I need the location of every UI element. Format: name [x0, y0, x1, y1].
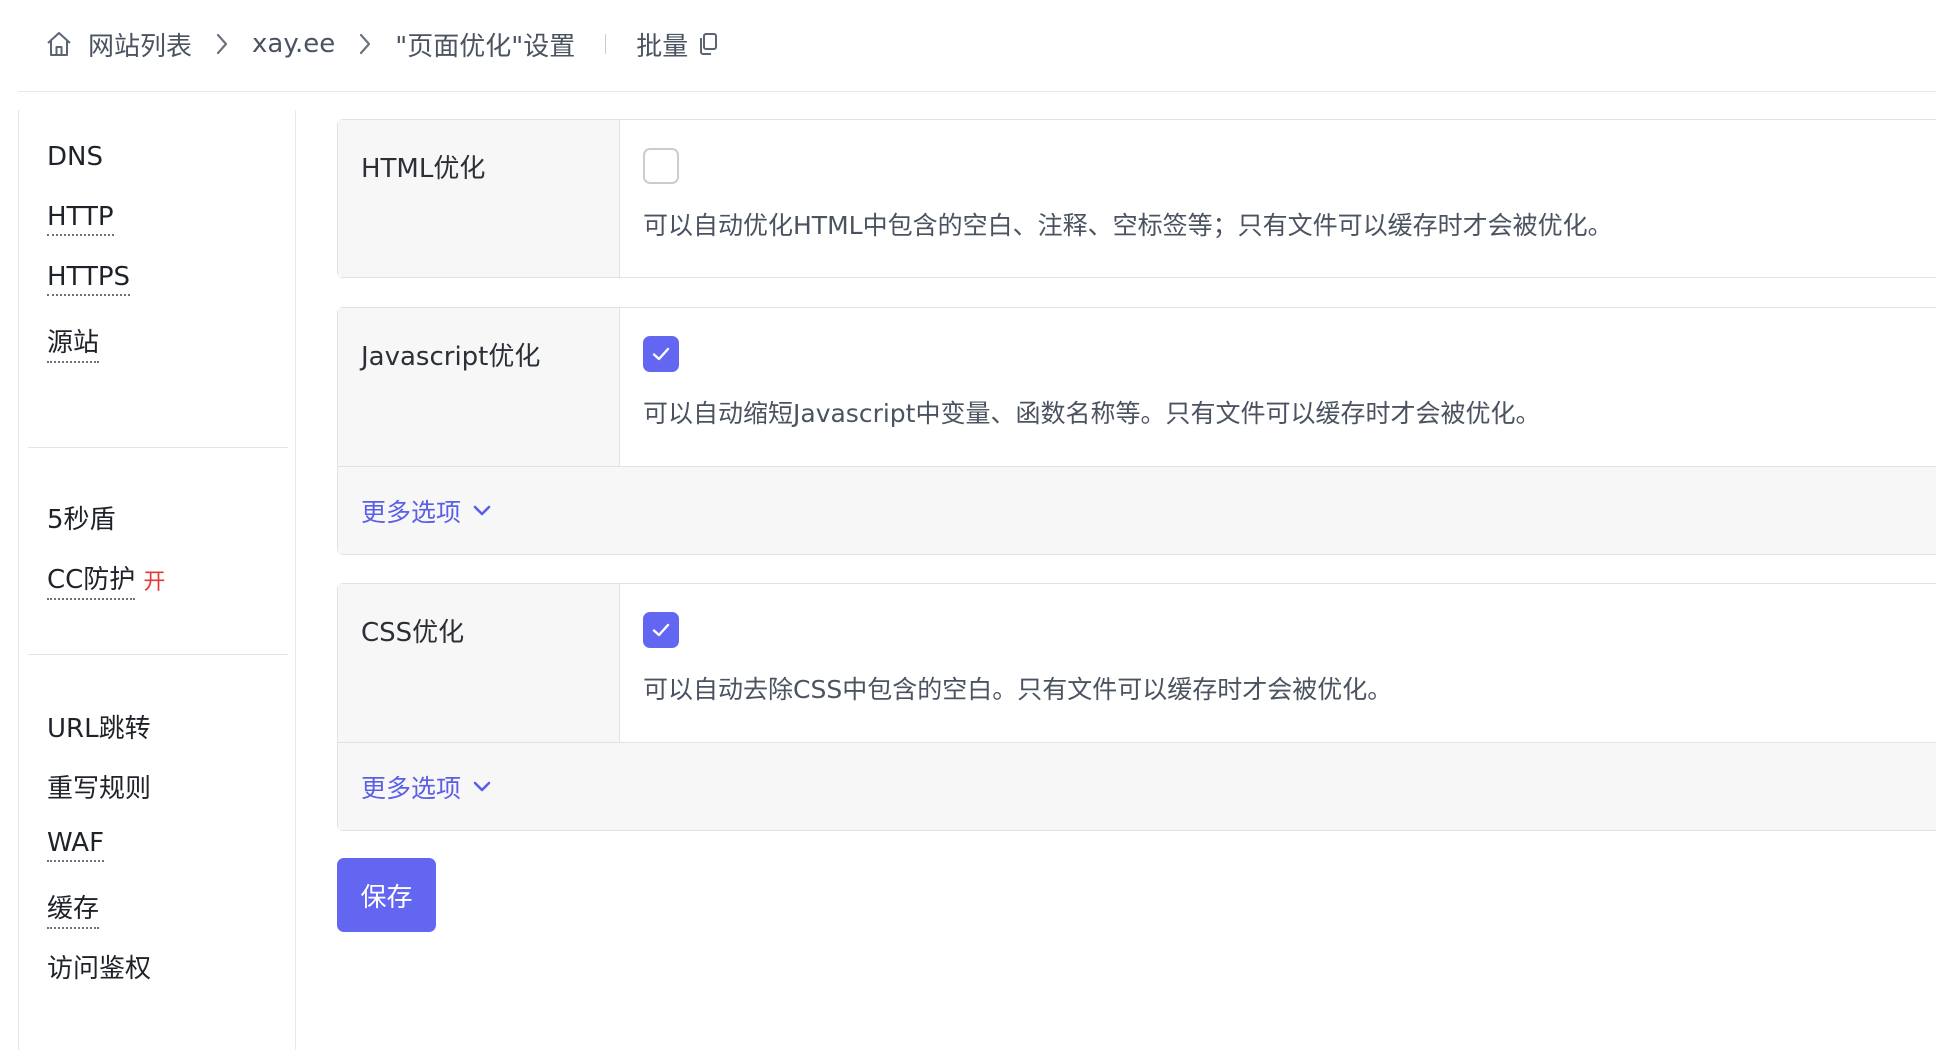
sidebar-item-label: 5秒盾 [47, 505, 116, 535]
top-bar: 网站列表 xay.ee "页面优化"设置 批量 [18, 0, 1936, 92]
sidebar-item-http[interactable]: HTTP [47, 202, 114, 236]
sidebar-item-https[interactable]: HTTPS [47, 262, 131, 296]
sidebar-item-label: 重写规则 [47, 774, 152, 804]
css-optimize-checkbox[interactable] [643, 612, 679, 648]
setting-label: HTML优化 [338, 120, 620, 277]
copy-icon [696, 30, 720, 58]
sidebar-divider [28, 447, 288, 448]
html-optimize-checkbox[interactable] [643, 148, 679, 184]
setting-panel-css: CSS优化 可以自动去除CSS中包含的空白。只有文件可以缓存时才会被优化。 更多… [337, 583, 1936, 831]
breadcrumb-label: xay.ee [252, 29, 336, 59]
sidebar-item-waf[interactable]: WAF [47, 828, 105, 862]
sidebar-divider [28, 654, 288, 655]
sidebar-item-label: DNS [47, 142, 103, 172]
breadcrumb-divider [605, 34, 607, 54]
setting-description: 可以自动优化HTML中包含的空白、注释、空标签等；只有文件可以缓存时才会被优化。 [643, 211, 1613, 240]
sidebar-item-access-auth[interactable]: 访问鉴权 [47, 948, 151, 985]
chevron-right-icon [212, 30, 232, 58]
setting-panel-html: HTML优化 可以自动优化HTML中包含的空白、注释、空标签等；只有文件可以缓存… [337, 119, 1936, 278]
sidebar-item-label: CC防护 [47, 559, 136, 600]
sidebar-item-url-redirect[interactable]: URL跳转 [47, 708, 151, 745]
more-options-toggle-css[interactable]: 更多选项 [361, 769, 493, 805]
breadcrumb-label: 网站列表 [88, 31, 193, 62]
chevron-right-icon [355, 30, 375, 58]
more-options-label: 更多选项 [361, 497, 462, 527]
check-icon [652, 347, 670, 361]
sidebar-item-cache[interactable]: 缓存 [47, 888, 100, 929]
setting-description: 可以自动去除CSS中包含的空白。只有文件可以缓存时才会被优化。 [643, 675, 1393, 704]
more-options-row: 更多选项 [338, 466, 1936, 554]
more-options-label: 更多选项 [361, 773, 462, 803]
setting-description: 可以自动缩短Javascript中变量、函数名称等。只有文件可以缓存时才会被优化… [643, 399, 1541, 428]
save-button[interactable]: 保存 [337, 858, 436, 932]
home-icon [44, 29, 74, 59]
sidebar-item-5s-shield[interactable]: 5秒盾 [47, 499, 116, 536]
sidebar-item-origin[interactable]: 源站 [47, 322, 100, 363]
setting-row: HTML优化 可以自动优化HTML中包含的空白、注释、空标签等；只有文件可以缓存… [338, 120, 1936, 277]
setting-label: CSS优化 [338, 584, 620, 742]
sidebar-item-label: HTTPS [47, 262, 131, 296]
more-options-row: 更多选项 [338, 742, 1936, 830]
more-options-toggle-javascript[interactable]: 更多选项 [361, 493, 493, 529]
sidebar-item-label: WAF [47, 828, 105, 862]
setting-label: Javascript优化 [338, 308, 620, 466]
breadcrumb-domain[interactable]: xay.ee [252, 29, 335, 59]
breadcrumb-current-page: "页面优化"设置 [395, 26, 575, 63]
settings-sidebar: DNS HTTP HTTPS 源站 5秒盾 CC防护 开 URL跳转 重写规则 … [18, 110, 296, 1050]
batch-button[interactable]: 批量 [636, 26, 720, 63]
setting-body: 可以自动缩短Javascript中变量、函数名称等。只有文件可以缓存时才会被优化… [620, 308, 1936, 466]
status-flag: 开 [143, 569, 166, 595]
setting-row: CSS优化 可以自动去除CSS中包含的空白。只有文件可以缓存时才会被优化。 [338, 584, 1936, 742]
sidebar-item-label: URL跳转 [47, 714, 151, 744]
batch-label: 批量 [636, 31, 689, 62]
sidebar-item-dns[interactable]: DNS [47, 142, 103, 172]
chevron-down-icon [471, 776, 493, 798]
check-icon [652, 623, 670, 637]
breadcrumb-site-list[interactable]: 网站列表 [44, 26, 192, 63]
sidebar-item-cc-protection[interactable]: CC防护 开 [47, 559, 165, 600]
chevron-down-icon [471, 500, 493, 522]
javascript-optimize-checkbox[interactable] [643, 336, 679, 372]
breadcrumb-label: "页面优化"设置 [395, 31, 576, 62]
sidebar-item-label: HTTP [47, 202, 114, 236]
sidebar-item-label: 访问鉴权 [47, 954, 152, 984]
sidebar-item-label: 源站 [47, 322, 100, 363]
sidebar-item-rewrite-rules[interactable]: 重写规则 [47, 768, 151, 805]
breadcrumb: 网站列表 xay.ee "页面优化"设置 批量 [44, 22, 720, 66]
sidebar-item-label: 缓存 [47, 888, 100, 929]
setting-body: 可以自动去除CSS中包含的空白。只有文件可以缓存时才会被优化。 [620, 584, 1936, 742]
setting-body: 可以自动优化HTML中包含的空白、注释、空标签等；只有文件可以缓存时才会被优化。 [620, 120, 1936, 277]
setting-row: Javascript优化 可以自动缩短Javascript中变量、函数名称等。只… [338, 308, 1936, 466]
setting-panel-javascript: Javascript优化 可以自动缩短Javascript中变量、函数名称等。只… [337, 307, 1936, 555]
